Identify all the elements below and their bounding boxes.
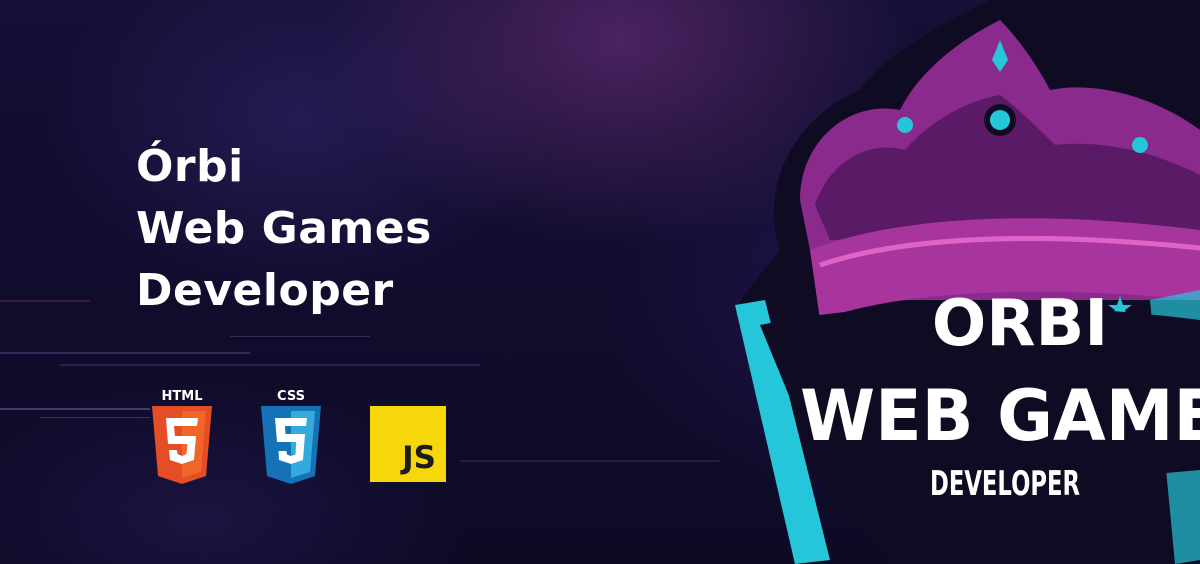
logo-line-2: WEB GAME (800, 375, 1200, 457)
headline: Órbi Web Games Developer (136, 136, 432, 322)
hero-banner: Órbi Web Games Developer HTML CSS JS ORB… (0, 0, 1200, 564)
logo-line-3: DEVELOPER (930, 464, 1080, 504)
javascript-label: JS (402, 440, 436, 476)
css3-icon: CSS (258, 386, 324, 486)
orbi-web-games-logo: ORBI WEB GAME DEVELOPER (735, 0, 1200, 564)
javascript-icon: JS (370, 406, 446, 482)
html5-icon: HTML (148, 386, 216, 486)
html5-caption: HTML (162, 389, 203, 404)
headline-line-1: Órbi (136, 141, 244, 192)
logo-line-1: ORBI (932, 287, 1108, 361)
headline-line-2: Web Games (136, 203, 432, 254)
headline-line-3: Developer (136, 265, 394, 316)
css3-caption: CSS (277, 389, 305, 404)
